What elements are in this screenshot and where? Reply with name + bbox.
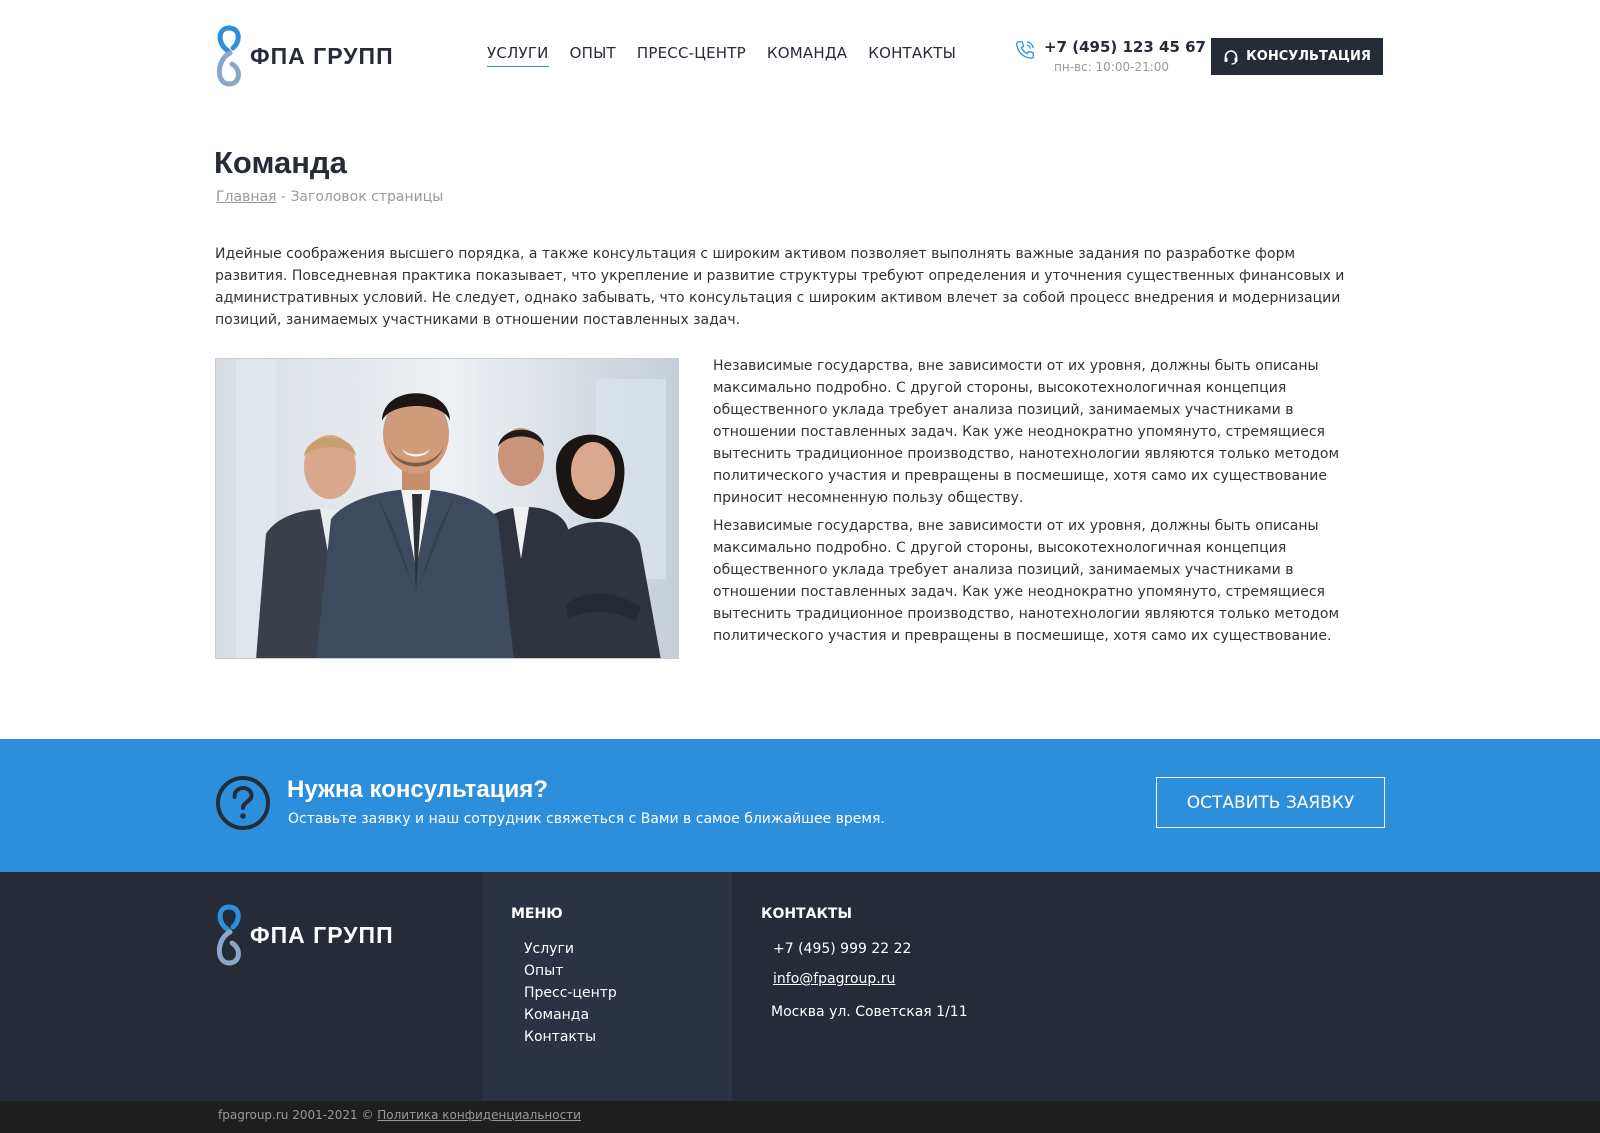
header-logo[interactable]: ФПА ГРУПП [214,24,394,88]
footer-menu-item-press-center[interactable]: Пресс-центр [524,982,617,1004]
header: ФПА ГРУПП Услуги Опыт Пресс-центр Команд… [0,0,1600,112]
logo-text: ФПА ГРУПП [250,42,394,69]
footer-menu-item-services[interactable]: Услуги [524,938,617,960]
footer-menu-column: Меню Услуги Опыт Пресс-центр Команда Кон… [483,872,732,1101]
footer-address: Москва ул. Советская 1/11 [771,1004,968,1020]
footer-contacts-heading: Контакты [761,906,852,922]
breadcrumb-separator: - [276,189,291,205]
nav-item-team[interactable]: Команда [767,44,847,67]
footer-menu: Услуги Опыт Пресс-центр Команда Контакты [524,938,617,1048]
copyright-text: fpagroup.ru 2001-2021 © [218,1108,378,1122]
logo-icon [216,904,241,966]
footer-menu-heading: Меню [511,906,563,922]
nav-item-experience[interactable]: Опыт [570,44,616,67]
intro-paragraph: Идейные соображения высшего порядка, а т… [215,246,1345,328]
footer-phone[interactable]: +7 (495) 999 22 22 [773,941,911,957]
main-nav: Услуги Опыт Пресс-центр Команда Контакты [487,44,956,67]
footer-logo-text: ФПА ГРУПП [250,921,394,948]
consultation-button-label: Консультация [1246,49,1371,64]
headset-icon [1224,49,1238,65]
footer-menu-item-experience[interactable]: Опыт [524,960,617,982]
nav-item-services[interactable]: Услуги [487,44,549,67]
header-working-hours: пн-вс: 10:00-21:00 [1054,60,1170,74]
breadcrumb-home-link[interactable]: Главная [216,189,276,205]
footer-menu-item-team[interactable]: Команда [524,1004,617,1026]
nav-item-contacts[interactable]: Контакты [868,44,956,67]
logo-icon [216,25,241,87]
breadcrumb: Главная - Заголовок страницы [216,189,443,205]
side-paragraph-1: Независимые государства, вне зависимости… [713,358,1340,506]
privacy-policy-link[interactable]: Политика конфиденциальности [377,1108,581,1122]
footer-email-link[interactable]: info@fpagroup.ru [773,971,895,987]
page-title: Команда [214,145,347,180]
cta-title: Нужна консультация? [287,776,548,803]
consultation-banner: Нужна консультация? Оставьте заявку и на… [0,739,1600,872]
cta-subtitle: Оставьте заявку и наш сотрудник свяжетьс… [288,811,885,827]
consultation-button[interactable]: Консультация [1211,38,1383,75]
phone-icon [1016,41,1034,59]
breadcrumb-current: Заголовок страницы [290,189,444,205]
bottom-bar: fpagroup.ru 2001-2021 © Политика конфиде… [0,1101,1600,1133]
side-paragraph-2: Независимые государства, вне зависимости… [713,518,1340,644]
header-phone-number[interactable]: +7 (495) 123 45 67 [1044,38,1206,56]
copyright: fpagroup.ru 2001-2021 © Политика конфиде… [218,1108,581,1122]
side-text: Независимые государства, вне зависимости… [713,355,1378,653]
team-photo-illustration [216,359,678,658]
team-photo [215,358,679,659]
footer-logo[interactable]: ФПА ГРУПП [214,903,394,967]
nav-item-press-center[interactable]: Пресс-центр [637,44,746,67]
footer: ФПА ГРУПП Меню Услуги Опыт Пресс-центр К… [0,872,1600,1101]
question-circle-icon [216,776,270,830]
leave-request-button[interactable]: Оставить заявку [1156,777,1385,828]
footer-menu-item-contacts[interactable]: Контакты [524,1026,617,1048]
